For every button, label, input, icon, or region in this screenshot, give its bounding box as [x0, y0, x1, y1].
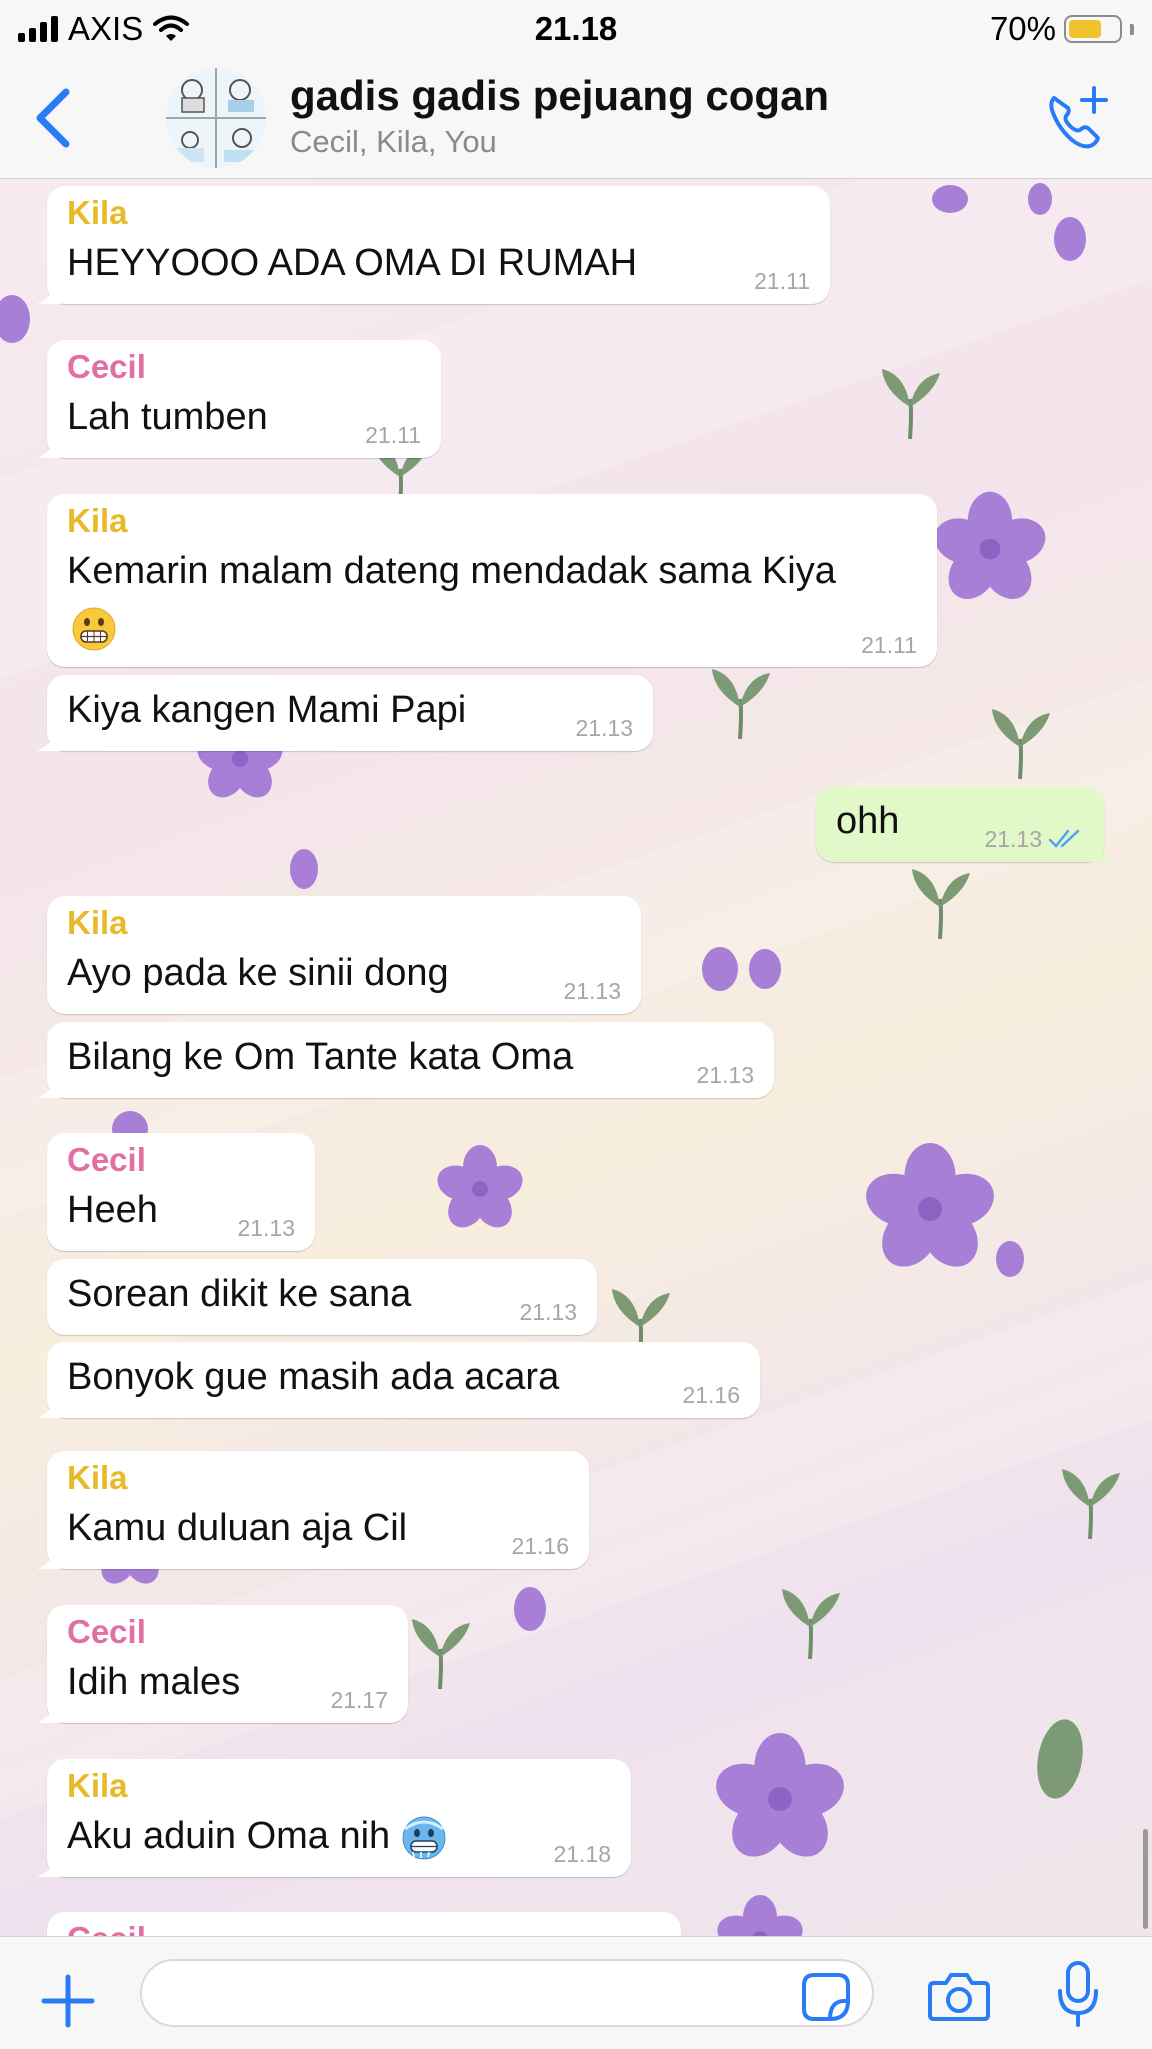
message-time: 21.11: [365, 422, 421, 448]
message-bubble[interactable]: Kila Aku aduin Oma nih 21.18: [37, 1759, 631, 1877]
message-bubble[interactable]: Cecil: [47, 1912, 681, 1936]
sender-name: Cecil: [67, 1613, 146, 1650]
message-text: Kiya kangen Mami Papi: [67, 689, 467, 731]
grimacing-face-emoji: [72, 607, 116, 651]
group-avatar[interactable]: [166, 68, 266, 168]
message-bubble[interactable]: Bilang ke Om Tante kata Oma 21.13: [37, 1022, 774, 1098]
back-chevron-icon[interactable]: [30, 86, 80, 150]
message-text: Heeh: [67, 1189, 158, 1231]
battery-icon: [1064, 15, 1122, 43]
chat-participants[interactable]: Cecil, Kila, You: [290, 124, 497, 160]
clock: 21.18: [534, 10, 618, 47]
outgoing-message-bubble[interactable]: ohh 21.13: [816, 786, 1114, 862]
message-bubble[interactable]: Bonyok gue masih ada acara 21.16: [37, 1342, 760, 1418]
chat-title[interactable]: gadis gadis pejuang cogan: [290, 72, 829, 120]
message-composer: [0, 1936, 1152, 2049]
message-time: 21.13: [237, 1215, 295, 1241]
sender-name: Kila: [67, 194, 128, 231]
message-time: 21.11: [754, 268, 810, 294]
scrollbar[interactable]: [1143, 1829, 1148, 1929]
message-bubble[interactable]: Kila Kamu duluan aja Cil 21.16: [37, 1451, 589, 1569]
sender-name: Cecil: [67, 348, 146, 385]
message-time: 21.16: [511, 1533, 569, 1559]
message-text: Lah tumben: [67, 396, 268, 438]
message-text: Kamu duluan aja Cil: [67, 1507, 408, 1549]
message-text: Ayo pada ke sinii dong: [67, 952, 449, 994]
message-text: Bonyok gue masih ada acara: [67, 1356, 560, 1398]
message-text: Sorean dikit ke sana: [67, 1273, 412, 1315]
cold-face-emoji: [402, 1816, 446, 1860]
message-time: 21.13: [575, 715, 633, 741]
message-text: ohh: [836, 800, 900, 842]
message-text: HEYYOOO ADA OMA DI RUMAH: [67, 242, 638, 284]
message-text: Aku aduin Oma nih: [67, 1815, 391, 1858]
message-bubble[interactable]: Kila Ayo pada ke sinii dong 21.13: [47, 896, 641, 1014]
camera-icon[interactable]: [928, 1969, 990, 2023]
message-bubble[interactable]: Kiya kangen Mami Papi 21.13: [37, 675, 653, 751]
message-bubble[interactable]: Cecil Lah tumben 21.11: [37, 340, 441, 458]
message-time: 21.13: [563, 978, 621, 1004]
battery-indicator: 70%: [990, 10, 1134, 48]
sender-name: Kila: [67, 1459, 128, 1496]
sender-name: Cecil: [67, 1141, 146, 1178]
add-call-icon[interactable]: [1042, 84, 1112, 154]
mic-icon[interactable]: [1056, 1961, 1100, 2029]
chat-header: gadis gadis pejuang cogan Cecil, Kila, Y…: [0, 58, 1152, 179]
message-time: 21.13: [519, 1299, 577, 1325]
message-time: 21.11: [861, 632, 917, 658]
sender-name: Kila: [67, 502, 128, 539]
message-time: 21.18: [553, 1841, 611, 1867]
sender-name: Cecil: [67, 1920, 146, 1936]
message-bubble[interactable]: Kila Kemarin malam dateng mendadak sama …: [47, 494, 937, 667]
message-input[interactable]: [140, 1959, 874, 2027]
sender-name: Kila: [67, 904, 128, 941]
sticker-icon[interactable]: [800, 1971, 852, 2023]
message-bubble[interactable]: Kila HEYYOOO ADA OMA DI RUMAH 21.11: [37, 186, 830, 304]
sender-name: Kila: [67, 1767, 128, 1804]
status-bar: AXIS 21.18 70%: [0, 0, 1152, 58]
message-list[interactable]: Kila HEYYOOO ADA OMA DI RUMAH 21.11 Ceci…: [0, 179, 1152, 1936]
message-text: Kemarin malam dateng mendadak sama Kiya: [67, 550, 836, 592]
message-bubble[interactable]: Sorean dikit ke sana 21.13: [47, 1259, 597, 1335]
message-time: 21.16: [682, 1382, 740, 1408]
message-line: Aku aduin Oma nih: [67, 1815, 447, 1861]
message-time: 21.13: [984, 826, 1042, 852]
battery-percent: 70%: [989, 10, 1056, 47]
plus-icon[interactable]: [40, 1973, 96, 2029]
message-time: 21.17: [330, 1687, 388, 1713]
read-ticks-icon: [1048, 829, 1080, 848]
message-text: Bilang ke Om Tante kata Oma: [67, 1036, 574, 1078]
message-text: Idih males: [67, 1661, 241, 1703]
message-time: 21.13: [696, 1062, 754, 1088]
message-bubble[interactable]: Cecil Heeh 21.13: [47, 1133, 315, 1251]
message-bubble[interactable]: Cecil Idih males 21.17: [37, 1605, 408, 1723]
